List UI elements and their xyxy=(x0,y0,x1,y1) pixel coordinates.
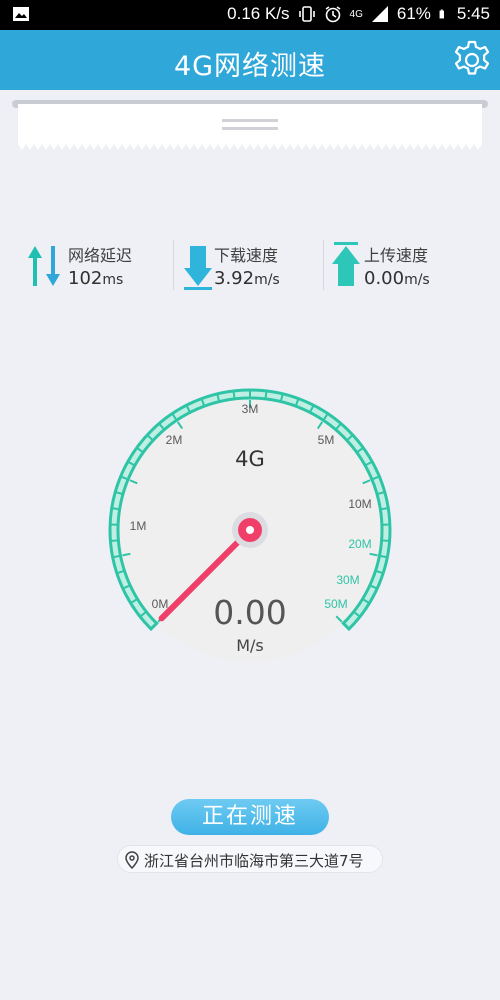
gear-icon[interactable] xyxy=(450,38,494,82)
drag-handle-line xyxy=(222,127,278,130)
clock: 5:45 xyxy=(456,4,490,23)
app-bar: 4G网络测速 xyxy=(0,30,500,90)
gauge-tick xyxy=(112,507,119,511)
download-value: 3.92m/s xyxy=(214,268,280,289)
gauge-tick xyxy=(264,391,268,399)
battery-percent: 61% xyxy=(396,4,431,23)
gauge-tick xyxy=(113,554,120,559)
network-speed: 0.16 K/s xyxy=(227,4,290,23)
page-title: 4G网络测速 xyxy=(173,51,327,82)
gauge-tick xyxy=(216,394,220,401)
speed-gauge: 0M 1M 2M 3M 5M 10M 20M 30M 50M 4G 0.00 M/s xyxy=(108,388,392,662)
speed-stats: 网络延迟 102ms 下载速度 3.92m/s 上传速度 0.00m/s xyxy=(0,238,500,298)
upload-value: 0.00m/s xyxy=(364,268,430,289)
alarm-icon xyxy=(325,6,340,23)
gauge-tick-label: 50M xyxy=(324,597,347,611)
battery-icon xyxy=(439,9,444,19)
stats-divider xyxy=(173,240,174,290)
gauge-tick-label: 2M xyxy=(166,433,183,447)
latency-value: 102ms xyxy=(68,268,124,289)
gauge-tick-label: 3M xyxy=(242,402,259,416)
status-bar: 0.16 K/s 4G 61% 5:45 xyxy=(0,0,500,30)
location-pin-icon xyxy=(125,851,139,869)
vibrate-icon xyxy=(298,6,315,22)
gauge-network-label: 4G xyxy=(235,447,265,471)
start-test-button[interactable]: 正在测速 xyxy=(171,799,329,835)
gauge-tick-label: 30M xyxy=(336,573,359,587)
signal-icon xyxy=(371,6,388,22)
gauge-tick-label: 5M xyxy=(318,433,335,447)
network-type: 4G xyxy=(349,8,363,20)
location-text: 浙江省台州市临海市第三大道7号 xyxy=(144,852,364,870)
gauge-tick-label: 10M xyxy=(348,497,371,511)
upload-label: 上传速度 xyxy=(364,246,429,265)
pull-down-panel[interactable] xyxy=(18,104,482,152)
speed-unit: M/s xyxy=(236,636,264,655)
gauge-tick xyxy=(381,507,388,511)
drag-handle-line xyxy=(222,119,278,122)
image-icon xyxy=(13,7,29,21)
up-down-arrows-icon xyxy=(28,246,60,286)
gauge-tick xyxy=(380,554,387,559)
latency-label: 网络延迟 xyxy=(68,246,133,265)
stats-divider xyxy=(323,240,324,290)
gauge-tick xyxy=(280,394,284,401)
download-label: 下载速度 xyxy=(214,246,279,265)
location-chip[interactable]: 浙江省台州市临海市第三大道7号 xyxy=(117,845,383,873)
gauge-tick-label: 1M xyxy=(130,519,147,533)
gauge-tick-label: 0M xyxy=(152,597,169,611)
gauge-tick xyxy=(232,391,236,399)
gauge-hub-center xyxy=(246,526,254,534)
speed-value: 0.00 xyxy=(213,593,286,632)
gauge-tick-label: 20M xyxy=(348,537,371,551)
